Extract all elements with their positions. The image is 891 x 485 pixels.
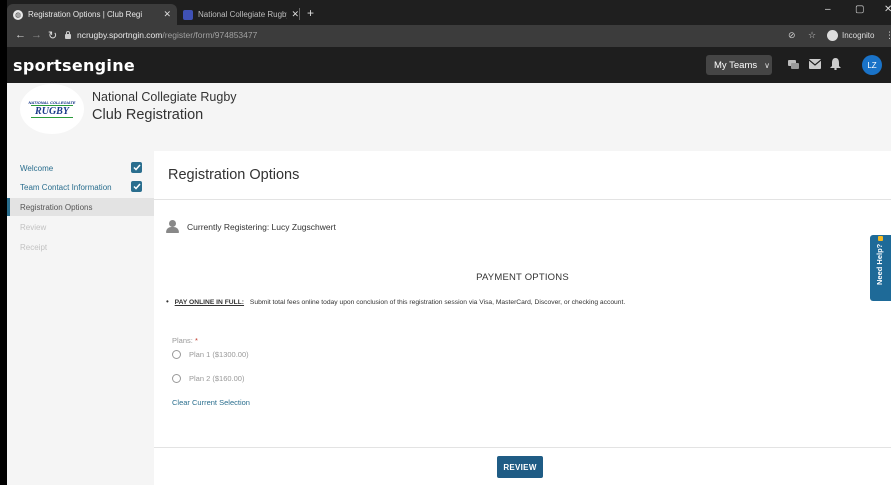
- globe-icon: ◍: [13, 9, 23, 20]
- sidebar-item-label: Receipt: [20, 242, 48, 252]
- sidebar-item-label: Registration Options: [20, 202, 93, 212]
- back-icon[interactable]: ←: [15, 29, 26, 41]
- url-path: /register/form/974853477: [162, 30, 258, 40]
- currently-registering-text: Currently Registering: Lucy Zugschwert: [187, 222, 336, 232]
- sidebar-item-review: Review: [7, 218, 154, 236]
- required-marker: *: [194, 336, 198, 345]
- mail-icon[interactable]: [809, 59, 821, 69]
- title-divider: [154, 199, 891, 200]
- sidebar-item-team-contact[interactable]: Team Contact Information: [7, 178, 154, 196]
- url-field[interactable]: ncrugby.sportngin.com/register/form/9748…: [77, 30, 257, 40]
- sidebar-item-registration-options[interactable]: Registration Options: [7, 198, 154, 216]
- org-logo-main: RUGBY: [31, 105, 73, 118]
- registration-steps-sidebar: Welcome Team Contact Information Registr…: [7, 151, 154, 485]
- org-logo: NATIONAL COLLEGIATE RUGBY: [20, 84, 84, 134]
- my-teams-label: My Teams: [714, 59, 758, 71]
- forward-icon[interactable]: →: [31, 29, 42, 41]
- plans-label: Plans: *: [172, 336, 198, 345]
- minimize-button[interactable]: –: [825, 4, 831, 15]
- restore-button[interactable]: ▢: [855, 4, 864, 15]
- plan-2-label: Plan 2 ($160.00): [189, 374, 245, 383]
- main-content: Registration Options Currently Registeri…: [154, 151, 891, 485]
- close-tab-icon[interactable]: ✕: [163, 9, 171, 20]
- sidebar-item-welcome[interactable]: Welcome: [7, 159, 154, 177]
- incognito-icon: [827, 30, 838, 41]
- chat-icon[interactable]: [788, 59, 799, 70]
- tab-national-collegiate-rugby[interactable]: National Collegiate Rugby ✕: [177, 4, 305, 25]
- chevron-down-icon: ∨: [764, 60, 770, 70]
- star-icon[interactable]: ☆: [808, 30, 816, 41]
- browser-window: ◍ Registration Options | Club Regi ✕ Nat…: [7, 0, 891, 485]
- sidebar-item-label: Review: [20, 222, 47, 232]
- payment-option-item: • PAY ONLINE IN FULL: Submit total fees …: [166, 297, 625, 306]
- user-icon: [166, 220, 179, 233]
- need-help-tab[interactable]: Need Help?: [870, 235, 891, 301]
- bell-icon[interactable]: [830, 58, 841, 70]
- tab-label: Registration Options | Club Regi: [28, 10, 143, 19]
- org-name: National Collegiate Rugby: [92, 90, 237, 104]
- tab-separator: [299, 8, 300, 20]
- new-tab-button[interactable]: +: [307, 6, 314, 20]
- tab-registration-options[interactable]: ◍ Registration Options | Club Regi ✕: [7, 4, 177, 25]
- plan-1-option[interactable]: Plan 1 ($1300.00): [172, 350, 249, 359]
- org-header: NATIONAL COLLEGIATE RUGBY National Colle…: [7, 83, 891, 151]
- close-tab-icon[interactable]: ✕: [291, 9, 299, 20]
- clear-selection-link[interactable]: Clear Current Selection: [172, 398, 250, 407]
- payment-option-key: PAY ONLINE IN FULL:: [174, 299, 245, 306]
- plan-1-label: Plan 1 ($1300.00): [189, 350, 249, 359]
- left-edge-strip: [0, 0, 7, 485]
- review-button[interactable]: REVIEW: [497, 456, 543, 478]
- org-subtitle: Club Registration: [92, 107, 204, 123]
- plan-2-radio[interactable]: [172, 374, 181, 383]
- lock-icon: [65, 31, 71, 39]
- tab-label: National Collegiate Rugby: [198, 10, 288, 19]
- plan-1-radio[interactable]: [172, 350, 181, 359]
- menu-icon[interactable]: ⋮: [885, 30, 891, 41]
- plan-2-option[interactable]: Plan 2 ($160.00): [172, 374, 244, 383]
- my-teams-dropdown[interactable]: My Teams ∨: [706, 55, 772, 75]
- tab-bar: ◍ Registration Options | Club Regi ✕ Nat…: [7, 0, 891, 25]
- payment-option-desc: Submit total fees online today upon conc…: [249, 299, 626, 306]
- footer-divider: [154, 447, 891, 448]
- checkbox-checked-icon: [131, 181, 142, 192]
- window-close-button[interactable]: ✕: [884, 4, 891, 15]
- sidebar-item-label: Welcome: [20, 163, 54, 173]
- sidebar-item-receipt: Receipt: [7, 238, 154, 256]
- avatar[interactable]: LZ: [862, 55, 882, 75]
- url-host: ncrugby.sportngin.com: [77, 30, 163, 40]
- address-bar: ← → ↻ ncrugby.sportngin.com/register/for…: [7, 25, 891, 47]
- sportsengine-header: sportsengine My Teams ∨ LZ: [7, 47, 891, 83]
- checkbox-checked-icon: [131, 162, 142, 173]
- sportsengine-logo[interactable]: sportsengine: [13, 56, 135, 75]
- sidebar-item-label: Team Contact Information: [20, 182, 112, 192]
- plans-label-text: Plans:: [172, 336, 193, 345]
- need-help-label: Need Help?: [875, 243, 884, 285]
- eye-off-icon[interactable]: ⊘: [788, 30, 796, 41]
- incognito-label: Incognito: [842, 31, 875, 40]
- page-icon: [183, 9, 193, 20]
- reload-icon[interactable]: ↻: [48, 29, 57, 42]
- page-title: Registration Options: [168, 167, 300, 183]
- payment-options-heading: PAYMENT OPTIONS: [476, 272, 569, 283]
- help-icon: [878, 236, 883, 241]
- incognito-badge[interactable]: Incognito: [827, 30, 874, 41]
- bullet-icon: •: [166, 297, 169, 306]
